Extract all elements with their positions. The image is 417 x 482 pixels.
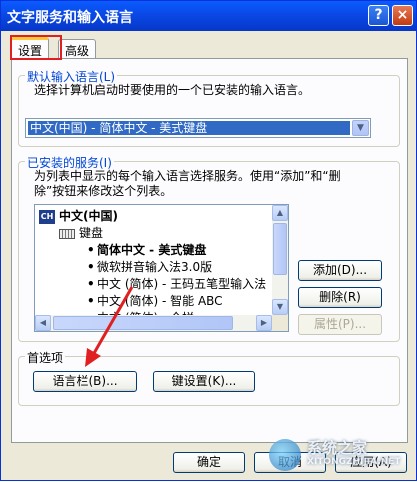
tree-item-keyboard[interactable]: 键盘 bbox=[59, 225, 103, 241]
language-badge-icon: CH bbox=[39, 209, 55, 224]
horizontal-scroll-thumb[interactable] bbox=[53, 316, 233, 330]
tree-item-service-label: 中文 (简体) - 智能 ABC bbox=[97, 294, 223, 308]
scrollbar-corner bbox=[272, 315, 288, 331]
tree-item-service-label: 简体中文 - 美式键盘 bbox=[97, 243, 207, 257]
installed-services-description-1: 为列表中显示的每个输入语言选择服务。使用“添加”和“删 bbox=[34, 169, 341, 183]
bullet-icon: • bbox=[87, 294, 95, 308]
tree-item-language-label: 中文(中国) bbox=[59, 209, 118, 223]
window-title: 文字服务和输入语言 bbox=[7, 10, 133, 26]
bullet-icon: • bbox=[87, 260, 95, 274]
help-button[interactable]: ? bbox=[368, 5, 389, 26]
watermark-line-1: 系统之家 bbox=[307, 439, 368, 457]
tree-item-service-label: 中文 (简体) - 王码五笔型输入法 bbox=[97, 277, 267, 291]
chevron-down-icon[interactable]: ▼ bbox=[352, 120, 369, 136]
watermark-logo-icon bbox=[269, 439, 301, 471]
language-bar-button[interactable]: 语言栏(B)... bbox=[33, 371, 137, 392]
tree-item-service[interactable]: • 中文 (简体) - 王码五笔型输入法 bbox=[87, 276, 266, 292]
key-settings-button[interactable]: 键设置(K)... bbox=[153, 371, 255, 392]
vertical-scrollbar[interactable]: ▲ ▼ bbox=[272, 205, 288, 315]
ok-button[interactable]: 确定 bbox=[173, 452, 245, 473]
tree-item-service[interactable]: • 简体中文 - 美式键盘 bbox=[87, 242, 206, 258]
vertical-scroll-thumb[interactable] bbox=[273, 223, 287, 275]
installed-services-description-2: 除”按钮来修改这个列表。 bbox=[34, 184, 173, 198]
remove-button[interactable]: 删除(R) bbox=[298, 287, 382, 308]
scroll-down-icon[interactable]: ▼ bbox=[272, 299, 288, 315]
tree-item-service[interactable]: • 微软拼音输入法3.0版 bbox=[87, 259, 212, 275]
services-tree-list[interactable]: CH 中文(中国) 键盘 • 简体中文 - 美式键盘 • 微软拼音输入法3.0版 • 中… bbox=[34, 204, 289, 332]
properties-button[interactable]: 属性(P)... bbox=[298, 314, 382, 335]
title-bar[interactable]: 文字服务和输入语言 ? × bbox=[1, 1, 416, 31]
default-language-dropdown[interactable]: 中文(中国) - 简体中文 - 美式键盘 ▼ bbox=[25, 118, 371, 138]
close-button[interactable]: × bbox=[392, 5, 413, 26]
bullet-icon: • bbox=[87, 277, 95, 291]
watermark-line-2: XITONGZHIJIA.NET bbox=[307, 457, 401, 467]
add-button[interactable]: 添加(D)... bbox=[298, 260, 382, 281]
tree-item-service[interactable]: • 中文 (简体) - 智能 ABC bbox=[87, 293, 223, 309]
tree-item-keyboard-label: 键盘 bbox=[79, 226, 104, 240]
default-language-selected: 中文(中国) - 简体中文 - 美式键盘 bbox=[28, 121, 350, 135]
tree-item-service-label: 微软拼音输入法3.0版 bbox=[97, 260, 213, 274]
horizontal-scrollbar[interactable]: ◀ ▶ bbox=[35, 315, 272, 331]
tab-advanced[interactable]: 高级 bbox=[58, 39, 97, 59]
scroll-right-icon[interactable]: ▶ bbox=[256, 315, 272, 331]
default-language-description: 选择计算机启动时要使用的一个已安装的输入语言。 bbox=[34, 83, 311, 97]
dialog-window: 文字服务和输入语言 ? × 设置 高级 默认输入语言(L) 选择计算机启动时要使… bbox=[0, 0, 417, 481]
keyboard-icon bbox=[59, 228, 75, 239]
scroll-left-icon[interactable]: ◀ bbox=[35, 315, 51, 331]
scroll-up-icon[interactable]: ▲ bbox=[272, 205, 288, 221]
tree-item-language[interactable]: CH 中文(中国) bbox=[39, 208, 118, 224]
preferences-label: 首选项 bbox=[25, 349, 66, 366]
bullet-icon: • bbox=[87, 243, 95, 257]
tab-settings[interactable]: 设置 bbox=[11, 37, 50, 60]
site-watermark: 系统之家 XITONGZHIJIA.NET bbox=[269, 433, 415, 479]
